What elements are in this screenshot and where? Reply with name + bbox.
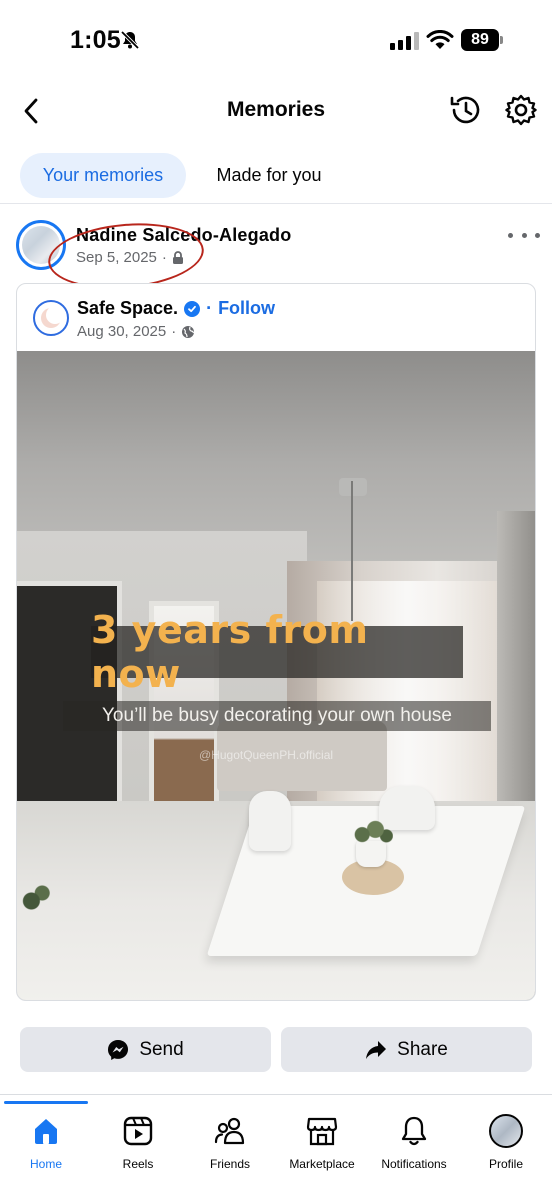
status-bar: 1:05 89: [0, 0, 552, 82]
share-arrow-icon: [366, 1040, 387, 1059]
post-date-row: Sep 5, 2025 ·: [76, 249, 184, 266]
more-options-button[interactable]: [508, 225, 540, 245]
shared-post-card[interactable]: Safe Space. · Follow Aug 30, 2025 · 3 ye…: [16, 283, 536, 1001]
page-name-row: Safe Space. · Follow: [77, 298, 275, 319]
nav-marketplace[interactable]: Marketplace: [276, 1114, 368, 1171]
nav-home[interactable]: Home: [0, 1114, 92, 1171]
send-label: Send: [139, 1038, 184, 1060]
shared-date-separator: ·: [171, 323, 177, 340]
wifi-icon: [426, 29, 454, 55]
memories-tabs: Your memories Made for you: [0, 150, 552, 204]
profile-avatar: [488, 1114, 524, 1148]
photo-pendant-cord: [351, 481, 353, 621]
nav-profile-label: Profile: [488, 1157, 523, 1171]
image-subtitle: You’ll be busy decorating your own house: [63, 701, 491, 731]
photo-pendant-light: [339, 478, 367, 496]
header: Memories: [0, 82, 552, 140]
memory-post-header: Nadine Salcedo-Alegado Sep 5, 2025 ·: [0, 205, 552, 281]
history-icon: [450, 96, 480, 124]
shared-post-date[interactable]: Aug 30, 2025: [77, 323, 166, 340]
shared-post-date-row: Aug 30, 2025 ·: [77, 323, 195, 340]
home-icon: [28, 1114, 64, 1148]
marketplace-icon: [304, 1114, 340, 1148]
nav-home-label: Home: [29, 1157, 62, 1171]
date-separator: ·: [161, 249, 167, 266]
photo-plant-left: [17, 881, 53, 921]
image-headline: 3 years from now: [91, 608, 463, 696]
page-avatar[interactable]: [33, 300, 69, 336]
memory-actions: Send Share: [0, 1027, 552, 1072]
nav-friends-label: Friends: [209, 1157, 250, 1171]
user-avatar[interactable]: [16, 220, 66, 270]
post-date[interactable]: Sep 5, 2025: [76, 249, 157, 266]
follow-button[interactable]: Follow: [218, 298, 275, 319]
reels-icon: [120, 1114, 156, 1148]
friends-icon: [212, 1114, 248, 1148]
follow-separator: ·: [206, 298, 213, 318]
nav-profile[interactable]: Profile: [460, 1114, 552, 1171]
lock-icon: [172, 251, 183, 264]
cellular-signal-icon: [390, 32, 419, 50]
moon-icon: [41, 306, 64, 328]
tab-made-for-you[interactable]: Made for you: [196, 153, 342, 198]
bell-icon: [396, 1114, 432, 1148]
tab-your-memories[interactable]: Your memories: [20, 153, 186, 198]
photo-plant: [349, 819, 393, 845]
nav-notifications-label: Notifications: [381, 1157, 447, 1171]
status-time: 1:05: [70, 26, 121, 54]
messenger-icon: [108, 1039, 129, 1060]
bell-off-icon: [120, 30, 140, 55]
history-button[interactable]: [448, 92, 484, 128]
nav-notifications[interactable]: Notifications: [368, 1114, 460, 1171]
image-watermark: @HugotQueenPH.official: [199, 748, 334, 762]
nav-marketplace-label: Marketplace: [289, 1157, 355, 1171]
share-label: Share: [397, 1038, 448, 1060]
battery-tip: [500, 36, 503, 44]
bottom-navigation: Home Reels Friends Marketplace Notificat…: [0, 1104, 552, 1200]
nav-reels-label: Reels: [122, 1157, 154, 1171]
post-author-name[interactable]: Nadine Salcedo-Alegado: [76, 225, 291, 246]
battery-indicator: 89: [461, 29, 499, 51]
globe-icon: [182, 325, 195, 338]
nav-divider: [0, 1094, 552, 1095]
share-button[interactable]: Share: [281, 1027, 532, 1072]
verified-badge-icon: [184, 300, 201, 317]
nav-reels[interactable]: Reels: [92, 1114, 184, 1171]
send-button[interactable]: Send: [20, 1027, 271, 1072]
shared-post-image[interactable]: 3 years from now You’ll be busy decorati…: [17, 351, 535, 1000]
nav-friends[interactable]: Friends: [184, 1114, 276, 1171]
photo-chair-left: [249, 791, 291, 851]
gear-icon: [505, 94, 537, 126]
page-name[interactable]: Safe Space.: [77, 298, 178, 319]
settings-button[interactable]: [503, 92, 539, 128]
